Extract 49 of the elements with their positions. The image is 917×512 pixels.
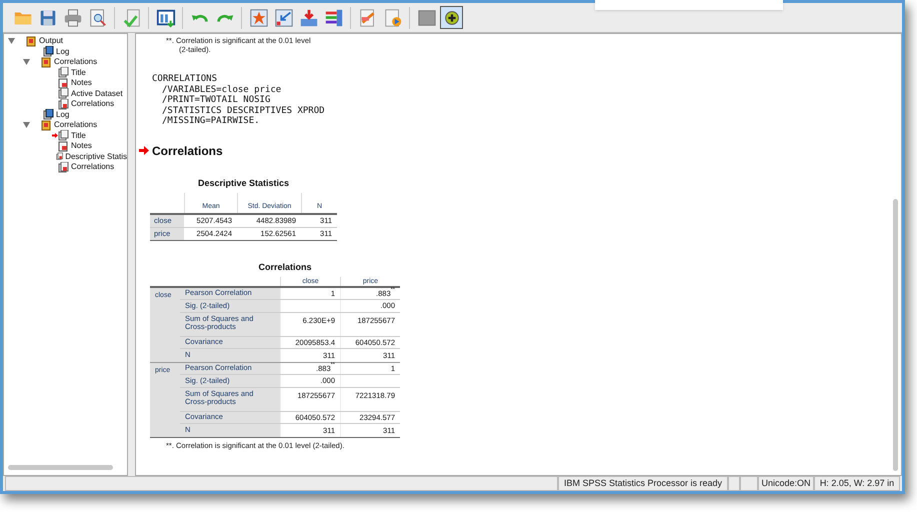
- status-cell: [728, 476, 740, 491]
- horizontal-scrollbar[interactable]: [8, 465, 113, 470]
- book-icon: [41, 56, 52, 68]
- insert-arrow-icon: [298, 8, 318, 28]
- magnifier-document-icon: [88, 8, 108, 28]
- notes-icon: [58, 140, 69, 152]
- outline-item[interactable]: Output: [39, 37, 64, 46]
- status-text: H: 2.05, W: 2.97 in: [814, 476, 900, 491]
- log-icon: [43, 46, 54, 58]
- table-title: Descriptive Statistics: [196, 176, 290, 190]
- log-icon: [43, 109, 54, 120]
- document-play-icon: [382, 8, 402, 28]
- syntax-line: CORRELATIONS: [152, 74, 218, 84]
- syntax-line: /VARIABLES=close price: [161, 84, 282, 95]
- notes-icon: [58, 78, 69, 89]
- outline-item[interactable]: Descriptive Statis: [65, 152, 127, 161]
- outline-item[interactable]: Log: [56, 110, 70, 119]
- table-icon: [58, 162, 69, 173]
- data-window-icon: [156, 8, 176, 28]
- outline-item[interactable]: Title: [71, 132, 86, 140]
- section-heading: Correlations: [152, 142, 223, 160]
- table-title: Correlations: [257, 261, 312, 274]
- outline-item[interactable]: Active Dataset: [71, 90, 123, 98]
- printer-icon: [62, 8, 82, 28]
- colored-bars-icon: [324, 8, 344, 28]
- outline-item[interactable]: Title: [71, 68, 86, 77]
- toolbar-button[interactable]: [440, 6, 463, 29]
- syntax-line: /PRINT=TWOTAIL NOSIG: [161, 95, 272, 106]
- outline-item[interactable]: Correlations: [71, 163, 114, 172]
- syntax-line: /MISSING=PAIRWISE.: [161, 116, 261, 126]
- status-text: IBM SPSS Statistics Processor is ready: [558, 476, 728, 491]
- book-icon: [41, 120, 52, 131]
- status-cell: [740, 476, 758, 491]
- outline-item[interactable]: Correlations: [71, 100, 114, 108]
- book-icon: [26, 36, 37, 47]
- document-icon: [58, 130, 69, 142]
- status-text: Unicode:ON: [758, 476, 814, 491]
- outline-item[interactable]: Correlations: [54, 121, 98, 130]
- outline-item[interactable]: Correlations: [54, 58, 98, 66]
- outline-item[interactable]: Notes: [71, 79, 92, 88]
- outline-item[interactable]: Log: [56, 48, 70, 56]
- vertical-scrollbar[interactable]: [893, 199, 898, 471]
- square-icon: [416, 8, 436, 28]
- outline-item[interactable]: Notes: [71, 142, 92, 150]
- document-icon: [58, 67, 69, 78]
- star-table-icon: [248, 8, 268, 28]
- document-icon: [58, 88, 69, 100]
- table-icon: [58, 98, 69, 110]
- syntax-line: /STATISTICS DESCRIPTIVES XPROD: [161, 106, 326, 116]
